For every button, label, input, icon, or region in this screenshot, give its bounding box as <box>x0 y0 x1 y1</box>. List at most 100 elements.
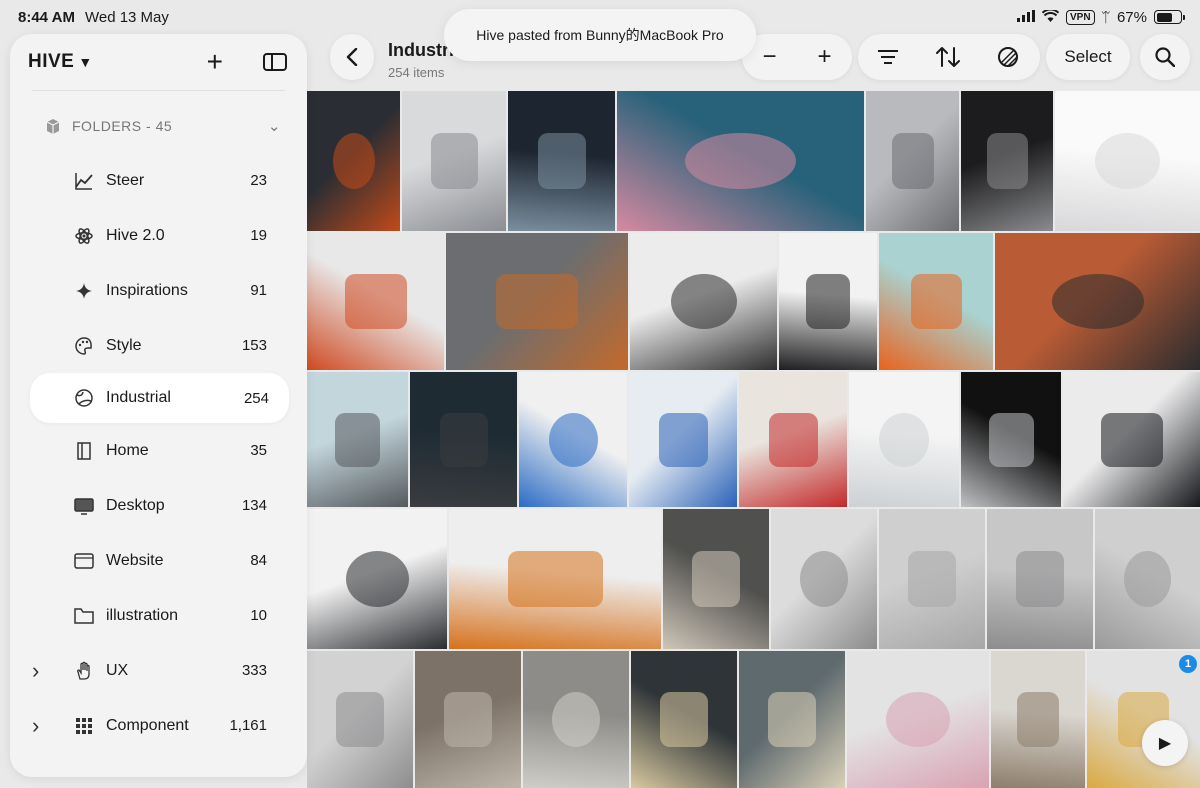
sidebar-toggle-icon[interactable] <box>263 53 287 71</box>
thumbnail[interactable] <box>961 372 1061 507</box>
chevron-right-icon[interactable]: › <box>32 713 52 739</box>
notification-badge: 1 <box>1179 655 1197 673</box>
thumbnail[interactable] <box>519 372 627 507</box>
thumbnail-subject <box>1101 413 1163 467</box>
thumbnail[interactable] <box>617 91 864 231</box>
thumbnail-subject <box>444 692 492 747</box>
library-title: HIVE <box>28 51 75 72</box>
sidebar-item-component[interactable]: › Component 1,161 <box>10 698 307 753</box>
thumbnail[interactable] <box>415 651 521 788</box>
thumbnail[interactable] <box>630 233 777 370</box>
thumbnail[interactable] <box>739 651 845 788</box>
sidebar-item-hive-2-0[interactable]: Hive 2.0 19 <box>10 208 307 263</box>
thumbnail[interactable] <box>1095 509 1200 649</box>
thumbnail[interactable] <box>849 372 959 507</box>
thumbnail-subject <box>1016 551 1064 607</box>
signal-icon <box>1017 9 1035 26</box>
thumbnail-subject <box>879 413 929 467</box>
thumbnail-subject <box>552 692 600 747</box>
thumbnail-subject <box>496 274 578 329</box>
thumbnail[interactable] <box>771 509 877 649</box>
thumbnail[interactable] <box>1055 91 1200 231</box>
thumbnail[interactable] <box>446 233 628 370</box>
thumbnail[interactable] <box>663 509 769 649</box>
sidebar-item-home[interactable]: Home 35 <box>10 423 307 478</box>
thumbnail-subject <box>336 692 384 747</box>
sidebar-item-label: illustration <box>106 606 179 624</box>
thumbnail-subject <box>660 692 708 747</box>
play-icon: ▶ <box>1158 735 1172 752</box>
add-folder-button[interactable]: + <box>207 48 223 76</box>
sidebar-item-illustration[interactable]: illustration 10 <box>10 588 307 643</box>
thumbnail[interactable] <box>307 233 444 370</box>
zoom-in-button[interactable]: + <box>797 43 852 71</box>
sidebar-item-ux[interactable]: › UX 333 <box>10 643 307 698</box>
color-filter-button[interactable] <box>978 46 1038 68</box>
sidebar-item-label: UX <box>106 661 129 679</box>
sidebar-item-inspirations[interactable]: Inspirations 91 <box>10 263 307 318</box>
image-grid <box>307 91 1200 788</box>
filter-button[interactable] <box>858 50 918 64</box>
thumbnail[interactable] <box>995 233 1200 370</box>
thumbnail-subject <box>659 413 708 467</box>
thumbnail[interactable] <box>629 372 737 507</box>
folders-section-header[interactable]: FOLDERS - 45 ⌄ <box>10 99 307 153</box>
thumbnail-subject <box>1095 133 1160 189</box>
sort-icon <box>936 47 960 67</box>
thumbnail[interactable] <box>961 91 1053 231</box>
thumbnail-subject <box>346 551 409 607</box>
sort-button[interactable] <box>918 46 978 68</box>
thumbnail-subject <box>908 551 956 607</box>
thumbnail[interactable] <box>779 233 877 370</box>
thumbnail-subject <box>333 133 375 189</box>
sidebar-item-style[interactable]: Style 153 <box>10 318 307 373</box>
thumbnail-subject <box>549 413 598 467</box>
thumbnail[interactable] <box>307 651 413 788</box>
paste-toast: Hive pasted from Bunny的MacBook Pro <box>444 9 756 61</box>
thumbnail[interactable] <box>879 509 985 649</box>
library-switcher[interactable]: HIVE ▼ <box>28 51 93 73</box>
back-button[interactable] <box>330 34 374 80</box>
thumbnail-subject <box>508 551 603 607</box>
sidebar-item-steer[interactable]: Steer 23 <box>10 153 307 208</box>
color-wheel-icon <box>998 47 1018 67</box>
sidebar-item-industrial[interactable]: Industrial 254 <box>30 373 289 423</box>
thumbnail[interactable] <box>307 91 400 231</box>
thumbnail[interactable] <box>866 91 959 231</box>
thumbnail[interactable] <box>1063 372 1200 507</box>
status-indicators: VPN ᛠ 67% <box>1017 8 1185 26</box>
slideshow-play-button[interactable]: ▶ <box>1142 720 1188 766</box>
sidebar-item-label: Desktop <box>106 496 165 514</box>
thumbnail-subject <box>989 413 1034 467</box>
sidebar-item-count: 1,161 <box>229 717 267 734</box>
thumbnail[interactable] <box>307 509 447 649</box>
select-button[interactable]: Select <box>1046 34 1130 80</box>
thumbnail-subject <box>911 274 962 329</box>
thumbnail[interactable] <box>987 509 1093 649</box>
sidebar-item-desktop[interactable]: Desktop 134 <box>10 478 307 533</box>
thumbnail-subject <box>692 551 740 607</box>
chevron-down-icon: ⌄ <box>267 118 281 135</box>
thumbnail[interactable] <box>879 233 993 370</box>
chart-icon <box>72 169 96 193</box>
monitor-icon <box>72 494 96 518</box>
search-button[interactable] <box>1140 34 1190 80</box>
thumbnail[interactable] <box>508 91 615 231</box>
thumbnail[interactable] <box>307 372 408 507</box>
chevron-right-icon[interactable]: › <box>32 658 52 684</box>
thumbnail[interactable] <box>991 651 1085 788</box>
thumbnail-subject <box>685 133 796 189</box>
thumbnail[interactable] <box>631 651 737 788</box>
thumbnail[interactable] <box>410 372 517 507</box>
status-time: 8:44 AM <box>18 8 75 26</box>
sidebar-item-label: Industrial <box>106 389 171 406</box>
thumbnail[interactable] <box>523 651 629 788</box>
filter-icon <box>878 50 898 64</box>
thumbnail[interactable] <box>449 509 661 649</box>
thumbnail[interactable] <box>847 651 989 788</box>
thumbnail[interactable] <box>739 372 847 507</box>
sidebar-item-website[interactable]: Website 84 <box>10 533 307 588</box>
sidebar-item-label: Hive 2.0 <box>106 226 165 244</box>
thumbnail[interactable] <box>402 91 506 231</box>
sidebar-item-count: 84 <box>250 552 267 569</box>
